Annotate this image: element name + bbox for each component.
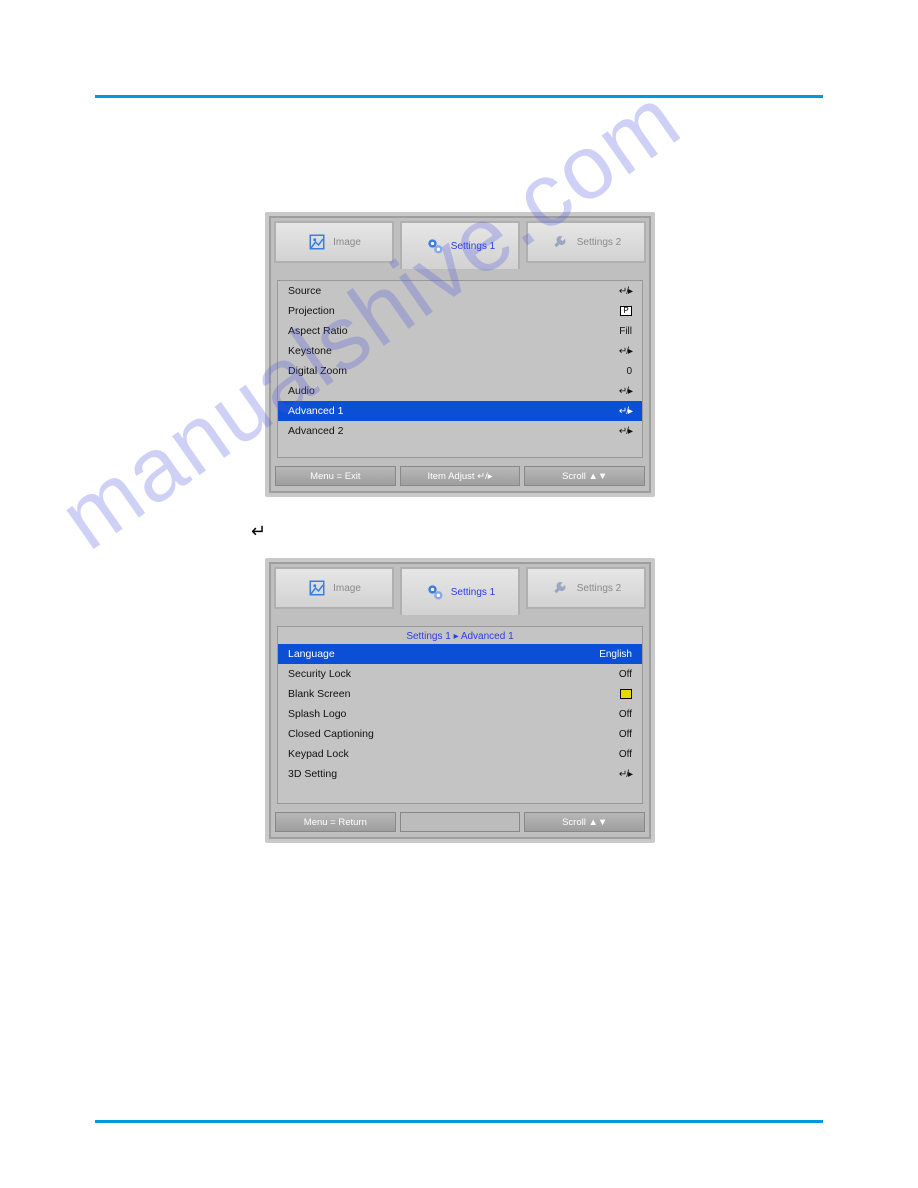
menu-row-label: Keypad Lock xyxy=(288,748,349,760)
menu-row-value: P xyxy=(620,306,632,316)
menu-row-label: Source xyxy=(288,285,321,297)
tab-settings2-label: Settings 2 xyxy=(577,237,621,248)
menu-row-value: Off xyxy=(619,669,632,680)
image-icon xyxy=(307,578,327,598)
osd-panel-advanced1: Image Settings 1 Settings 2 Settings 1 ▸… xyxy=(265,558,655,843)
tab-settings1-label-2: Settings 1 xyxy=(451,587,495,598)
menu-row[interactable]: Aspect Ratio Fill xyxy=(278,321,642,341)
menu-row-value: 0 xyxy=(626,366,632,377)
menu-row[interactable]: Language English xyxy=(278,644,642,664)
menu-row[interactable]: Keystone ↵/▸ xyxy=(278,341,642,361)
menu-row[interactable]: Audio ↵/▸ xyxy=(278,381,642,401)
menu-row-label: Digital Zoom xyxy=(288,365,347,377)
tab-image-label: Image xyxy=(333,237,361,248)
menu-body-2: Settings 1 ▸ Advanced 1 Language English S… xyxy=(277,626,643,804)
image-icon xyxy=(307,232,327,252)
menu-row-label: Blank Screen xyxy=(288,688,350,700)
footer-scroll-2[interactable]: Scroll ▲▼ xyxy=(524,812,645,832)
wrench-icon xyxy=(551,232,571,252)
breadcrumb: Settings 1 ▸ Advanced 1 xyxy=(278,627,642,644)
menu-row[interactable]: Digital Zoom 0 xyxy=(278,361,642,381)
enter-arrow-icon: ↵ xyxy=(251,521,266,542)
menu-row-value: ↵/▸ xyxy=(619,386,632,397)
tab-settings1[interactable]: Settings 1 xyxy=(400,221,520,269)
tab-bar-2: Image Settings 1 Settings 2 xyxy=(269,562,651,620)
menu-row[interactable]: Splash Logo Off xyxy=(278,704,642,724)
menu-row-value: ↵/▸ xyxy=(619,346,632,357)
menu-row[interactable]: Blank Screen xyxy=(278,684,642,704)
tab-bar: Image Settings 1 Settings 2 xyxy=(269,216,651,274)
tab-settings1-label: Settings 1 xyxy=(451,241,495,252)
footer-menu-exit[interactable]: Menu = Exit xyxy=(275,466,396,486)
gear-icon xyxy=(425,582,445,602)
menu-row[interactable]: Source ↵/▸ xyxy=(278,281,642,301)
menu-row-label: Advanced 1 xyxy=(288,405,343,417)
menu-row[interactable]: Security Lock Off xyxy=(278,664,642,684)
footer-menu-return[interactable]: Menu = Return xyxy=(275,812,396,832)
footer-item-adjust[interactable]: Item Adjust ↵/▸ xyxy=(400,466,521,486)
menu-row-value: Off xyxy=(619,709,632,720)
menu-row-label: Aspect Ratio xyxy=(288,325,348,337)
menu-row[interactable]: Advanced 1 ↵/▸ xyxy=(278,401,642,421)
footer-bar-2: Menu = Return Scroll ▲▼ xyxy=(269,808,651,836)
menu-row[interactable]: Closed Captioning Off xyxy=(278,724,642,744)
tab-image-2[interactable]: Image xyxy=(274,567,394,609)
tab-settings2[interactable]: Settings 2 xyxy=(526,221,646,263)
footer-bar-1: Menu = Exit Item Adjust ↵/▸ Scroll ▲▼ xyxy=(269,462,651,490)
menu-row-value: Off xyxy=(619,749,632,760)
menu-row-label: Projection xyxy=(288,305,335,317)
menu-row-value: Off xyxy=(619,729,632,740)
menu-row-label: 3D Setting xyxy=(288,768,337,780)
menu-row-label: Audio xyxy=(288,385,315,397)
menu-row-label: Security Lock xyxy=(288,668,351,680)
tab-image[interactable]: Image xyxy=(274,221,394,263)
wrench-icon xyxy=(551,578,571,598)
tab-settings1-2[interactable]: Settings 1 xyxy=(400,567,520,615)
menu-row[interactable]: Keypad Lock Off xyxy=(278,744,642,764)
menu-row-value: Fill xyxy=(619,326,632,337)
menu-row-label: Language xyxy=(288,648,335,660)
menu-row[interactable]: Advanced 2 ↵/▸ xyxy=(278,421,642,441)
menu-row-label: Advanced 2 xyxy=(288,425,343,437)
menu-row-value: ↵/▸ xyxy=(619,406,632,417)
menu-row-value: ↵/▸ xyxy=(619,769,632,780)
gear-icon xyxy=(425,236,445,256)
menu-body-1: Source ↵/▸ Projection P Aspect Ratio Fill Keys… xyxy=(277,280,643,458)
header-rule xyxy=(95,95,823,98)
menu-row-label: Splash Logo xyxy=(288,708,346,720)
tab-settings2-label-2: Settings 2 xyxy=(577,583,621,594)
menu-row-label: Keystone xyxy=(288,345,332,357)
tab-settings2-2[interactable]: Settings 2 xyxy=(526,567,646,609)
menu-row-label: Closed Captioning xyxy=(288,728,374,740)
menu-row-value: English xyxy=(599,649,632,660)
menu-row[interactable]: Projection P xyxy=(278,301,642,321)
footer-rule xyxy=(95,1120,823,1123)
menu-row-value: ↵/▸ xyxy=(619,426,632,437)
osd-panel-settings1: Image Settings 1 Settings 2 Source ↵/▸ Pro… xyxy=(265,212,655,497)
tab-image-label-2: Image xyxy=(333,583,361,594)
menu-row-value: ↵/▸ xyxy=(619,286,632,297)
footer-scroll[interactable]: Scroll ▲▼ xyxy=(524,466,645,486)
menu-row-value xyxy=(620,689,632,699)
menu-row[interactable]: 3D Setting ↵/▸ xyxy=(278,764,642,784)
footer-empty xyxy=(400,812,521,832)
